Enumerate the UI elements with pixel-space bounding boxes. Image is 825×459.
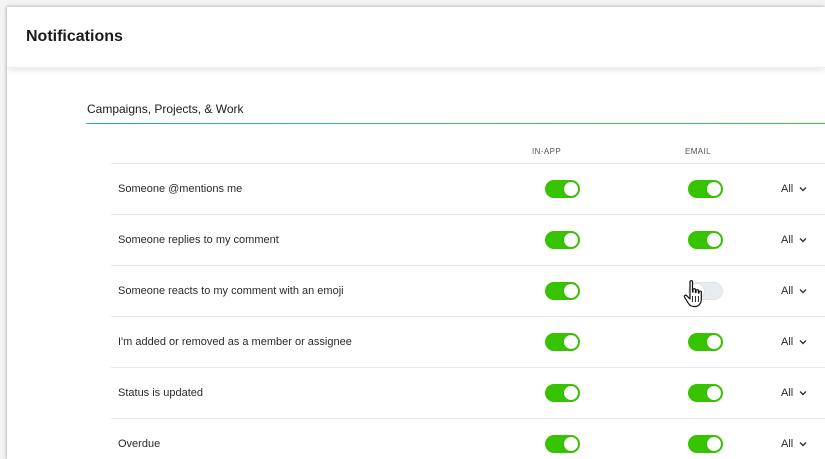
toggle-knob [707,437,721,451]
frequency-dropdown[interactable]: All [781,336,807,348]
frequency-dropdown[interactable]: All [781,438,807,450]
page-title: Notifications [26,28,123,45]
notifications-panel: Notifications Campaigns, Projects, & Wor… [7,7,825,459]
in-app-toggle[interactable] [545,231,580,249]
toggle-knob [707,233,721,247]
chevron-down-icon [799,187,807,192]
in-app-toggle[interactable] [545,180,580,198]
frequency-dropdown[interactable]: All [781,387,807,399]
frequency-value: All [781,183,794,195]
email-toggle[interactable] [688,333,723,351]
toggle-knob [707,386,721,400]
setting-label: Overdue [118,438,161,450]
section-divider [86,123,825,124]
email-toggle[interactable] [688,180,723,198]
setting-label: Someone @mentions me [118,183,243,195]
frequency-value: All [781,336,794,348]
setting-label: Someone replies to my comment [118,234,279,246]
setting-label: Someone reacts to my comment with an emo… [118,285,344,297]
section-title: Campaigns, Projects, & Work [87,102,244,116]
email-toggle[interactable] [688,384,723,402]
page-header: Notifications [7,7,825,68]
frequency-dropdown[interactable]: All [781,285,807,297]
chevron-down-icon [799,391,807,396]
column-header-in-app: IN-APP [532,147,562,156]
frequency-value: All [781,285,794,297]
setting-row-mentions: Someone @mentions me All [111,163,825,214]
toggle-knob [564,284,578,298]
toggle-knob [564,437,578,451]
setting-row-status: Status is updated All [111,367,825,418]
email-toggle[interactable] [688,435,723,453]
frequency-dropdown[interactable]: All [781,183,807,195]
toggle-knob [564,335,578,349]
chevron-down-icon [799,340,807,345]
in-app-toggle[interactable] [545,435,580,453]
toggle-knob [707,182,721,196]
notification-settings-table: Someone @mentions me All Someone replies… [111,163,825,459]
setting-row-replies: Someone replies to my comment All [111,214,825,265]
in-app-toggle[interactable] [545,282,580,300]
chevron-down-icon [799,289,807,294]
in-app-toggle[interactable] [545,333,580,351]
toggle-knob [564,233,578,247]
frequency-value: All [781,234,794,246]
chevron-down-icon [799,442,807,447]
toggle-knob [690,284,704,298]
in-app-toggle[interactable] [545,384,580,402]
frequency-value: All [781,387,794,399]
toggle-knob [564,386,578,400]
chevron-down-icon [799,238,807,243]
toggle-knob [564,182,578,196]
email-toggle[interactable] [688,231,723,249]
frequency-dropdown[interactable]: All [781,234,807,246]
column-header-email: EMAIL [685,147,712,156]
setting-row-membership: I'm added or removed as a member or assi… [111,316,825,367]
setting-label: I'm added or removed as a member or assi… [118,336,352,348]
email-toggle[interactable] [688,282,723,300]
setting-row-overdue: Overdue All [111,418,825,459]
setting-row-reactions: Someone reacts to my comment with an emo… [111,265,825,316]
setting-label: Status is updated [118,387,204,399]
frequency-value: All [781,438,794,450]
toggle-knob [707,335,721,349]
